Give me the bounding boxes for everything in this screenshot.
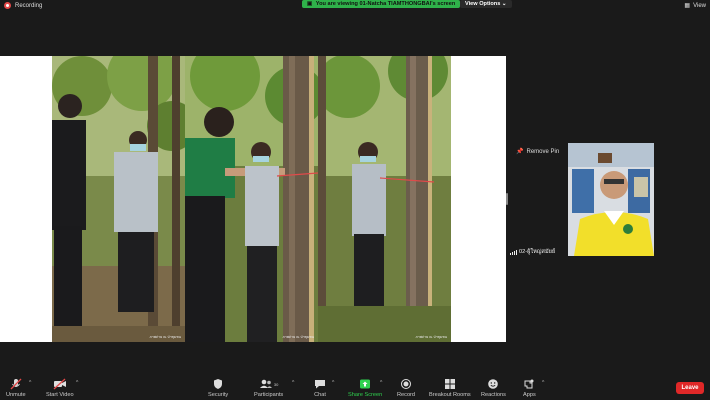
view-options-button[interactable]: View Options ⌄ — [460, 0, 512, 8]
forest-photo-1 — [52, 56, 185, 342]
participants-icon: 30 — [259, 378, 278, 390]
chat-label: Chat — [314, 392, 326, 398]
participants-label: Participants — [254, 392, 284, 398]
breakout-rooms-label: Breakout Rooms — [429, 392, 471, 398]
participants-count: 30 — [273, 381, 279, 387]
pin-icon: 📌 — [516, 149, 524, 155]
participant-video — [568, 143, 654, 256]
apps-options-caret[interactable]: ^ — [542, 380, 544, 386]
apps-label: Apps — [523, 392, 536, 398]
shared-screen: ภาพถ่าย ณ ป่าชุมชน ภาพถ่าย ณ ป่าชุมชน ภา… — [0, 56, 506, 342]
participants-options-caret[interactable]: ^ — [292, 380, 294, 386]
screen-share-icon: ▣ — [307, 1, 313, 7]
security-label: Security — [208, 392, 229, 398]
record-label: Record — [397, 392, 416, 398]
signal-icon — [510, 249, 517, 255]
audio-options-caret[interactable]: ^ — [29, 380, 31, 386]
start-video-button[interactable]: Start Video — [46, 378, 74, 398]
photo-collage: ภาพถ่าย ณ ป่าชุมชน ภาพถ่าย ณ ป่าชุมชน ภา… — [52, 56, 451, 342]
view-label: View — [693, 2, 706, 9]
meeting-toolbar: Unmute ^ Start Video ^ Security 30 Parti… — [0, 374, 710, 400]
view-options-label: View Options — [465, 1, 501, 7]
splitter-handle[interactable] — [506, 193, 508, 205]
forest-photo-3 — [318, 56, 451, 342]
zoom-window: Recording ▣ You are viewing 01-Natcha TI… — [0, 0, 710, 400]
photo-caption-3: ภาพถ่าย ณ ป่าชุมชน — [415, 335, 447, 339]
share-screen-button[interactable]: Share Screen — [348, 378, 382, 398]
reactions-button[interactable]: Reactions — [481, 378, 506, 398]
shield-icon — [213, 378, 223, 390]
participant-video-tile[interactable] — [568, 143, 654, 256]
share-screen-label: Share Screen — [348, 392, 383, 398]
participant-name-label: 02-ผู้ใหญ่สมัยย์ — [510, 248, 555, 256]
chat-options-caret[interactable]: ^ — [332, 380, 334, 386]
share-options-caret[interactable]: ^ — [380, 380, 382, 386]
security-button[interactable]: Security — [208, 378, 228, 398]
viewing-banner-text: You are viewing 01-Natcha TIAMTHONGBAI's… — [315, 1, 456, 7]
recording-icon — [4, 2, 11, 9]
video-options-caret[interactable]: ^ — [76, 380, 78, 386]
start-video-label: Start Video — [46, 392, 74, 398]
record-icon — [400, 378, 412, 390]
breakout-rooms-icon — [444, 378, 456, 390]
share-screen-icon — [359, 378, 371, 390]
grid-view-icon: ▦ — [684, 3, 691, 9]
chat-button[interactable]: Chat — [314, 378, 326, 398]
video-off-icon — [53, 378, 67, 390]
smiley-icon — [487, 378, 499, 390]
photo-panel-1: ภาพถ่าย ณ ป่าชุมชน — [52, 56, 185, 342]
remove-pin-button[interactable]: 📌 Remove Pin — [516, 148, 560, 156]
top-bar: Recording ▣ You are viewing 01-Natcha TI… — [0, 0, 710, 12]
remove-pin-label: Remove Pin — [526, 148, 560, 155]
leave-button[interactable]: Leave — [676, 382, 704, 394]
unmute-button[interactable]: Unmute — [6, 378, 26, 398]
photo-panel-3: ภาพถ่าย ณ ป่าชุมชน — [318, 56, 451, 342]
apps-button[interactable]: Apps — [523, 378, 536, 398]
chevron-down-icon: ⌄ — [501, 1, 507, 7]
participants-button[interactable]: 30 Participants — [254, 378, 283, 398]
unmute-label: Unmute — [6, 392, 26, 398]
recording-label: Recording — [15, 2, 43, 9]
reactions-label: Reactions — [481, 392, 506, 398]
photo-panel-2: ภาพถ่าย ณ ป่าชุมชน — [185, 56, 318, 342]
muted-microphone-icon — [10, 378, 22, 390]
photo-caption-2: ภาพถ่าย ณ ป่าชุมชน — [282, 335, 314, 339]
view-button[interactable]: ▦ View — [684, 2, 706, 10]
breakout-rooms-button[interactable]: Breakout Rooms — [429, 378, 471, 398]
record-button[interactable]: Record — [397, 378, 415, 398]
recording-indicator[interactable]: Recording — [4, 2, 42, 9]
chat-icon — [314, 378, 326, 390]
apps-icon — [523, 378, 535, 390]
participant-name: 02-ผู้ใหญ่สมัยย์ — [519, 249, 556, 255]
photo-caption-1: ภาพถ่าย ณ ป่าชุมชน — [149, 335, 181, 339]
viewing-banner: ▣ You are viewing 01-Natcha TIAMTHONGBAI… — [302, 0, 461, 8]
forest-photo-2 — [185, 56, 318, 342]
